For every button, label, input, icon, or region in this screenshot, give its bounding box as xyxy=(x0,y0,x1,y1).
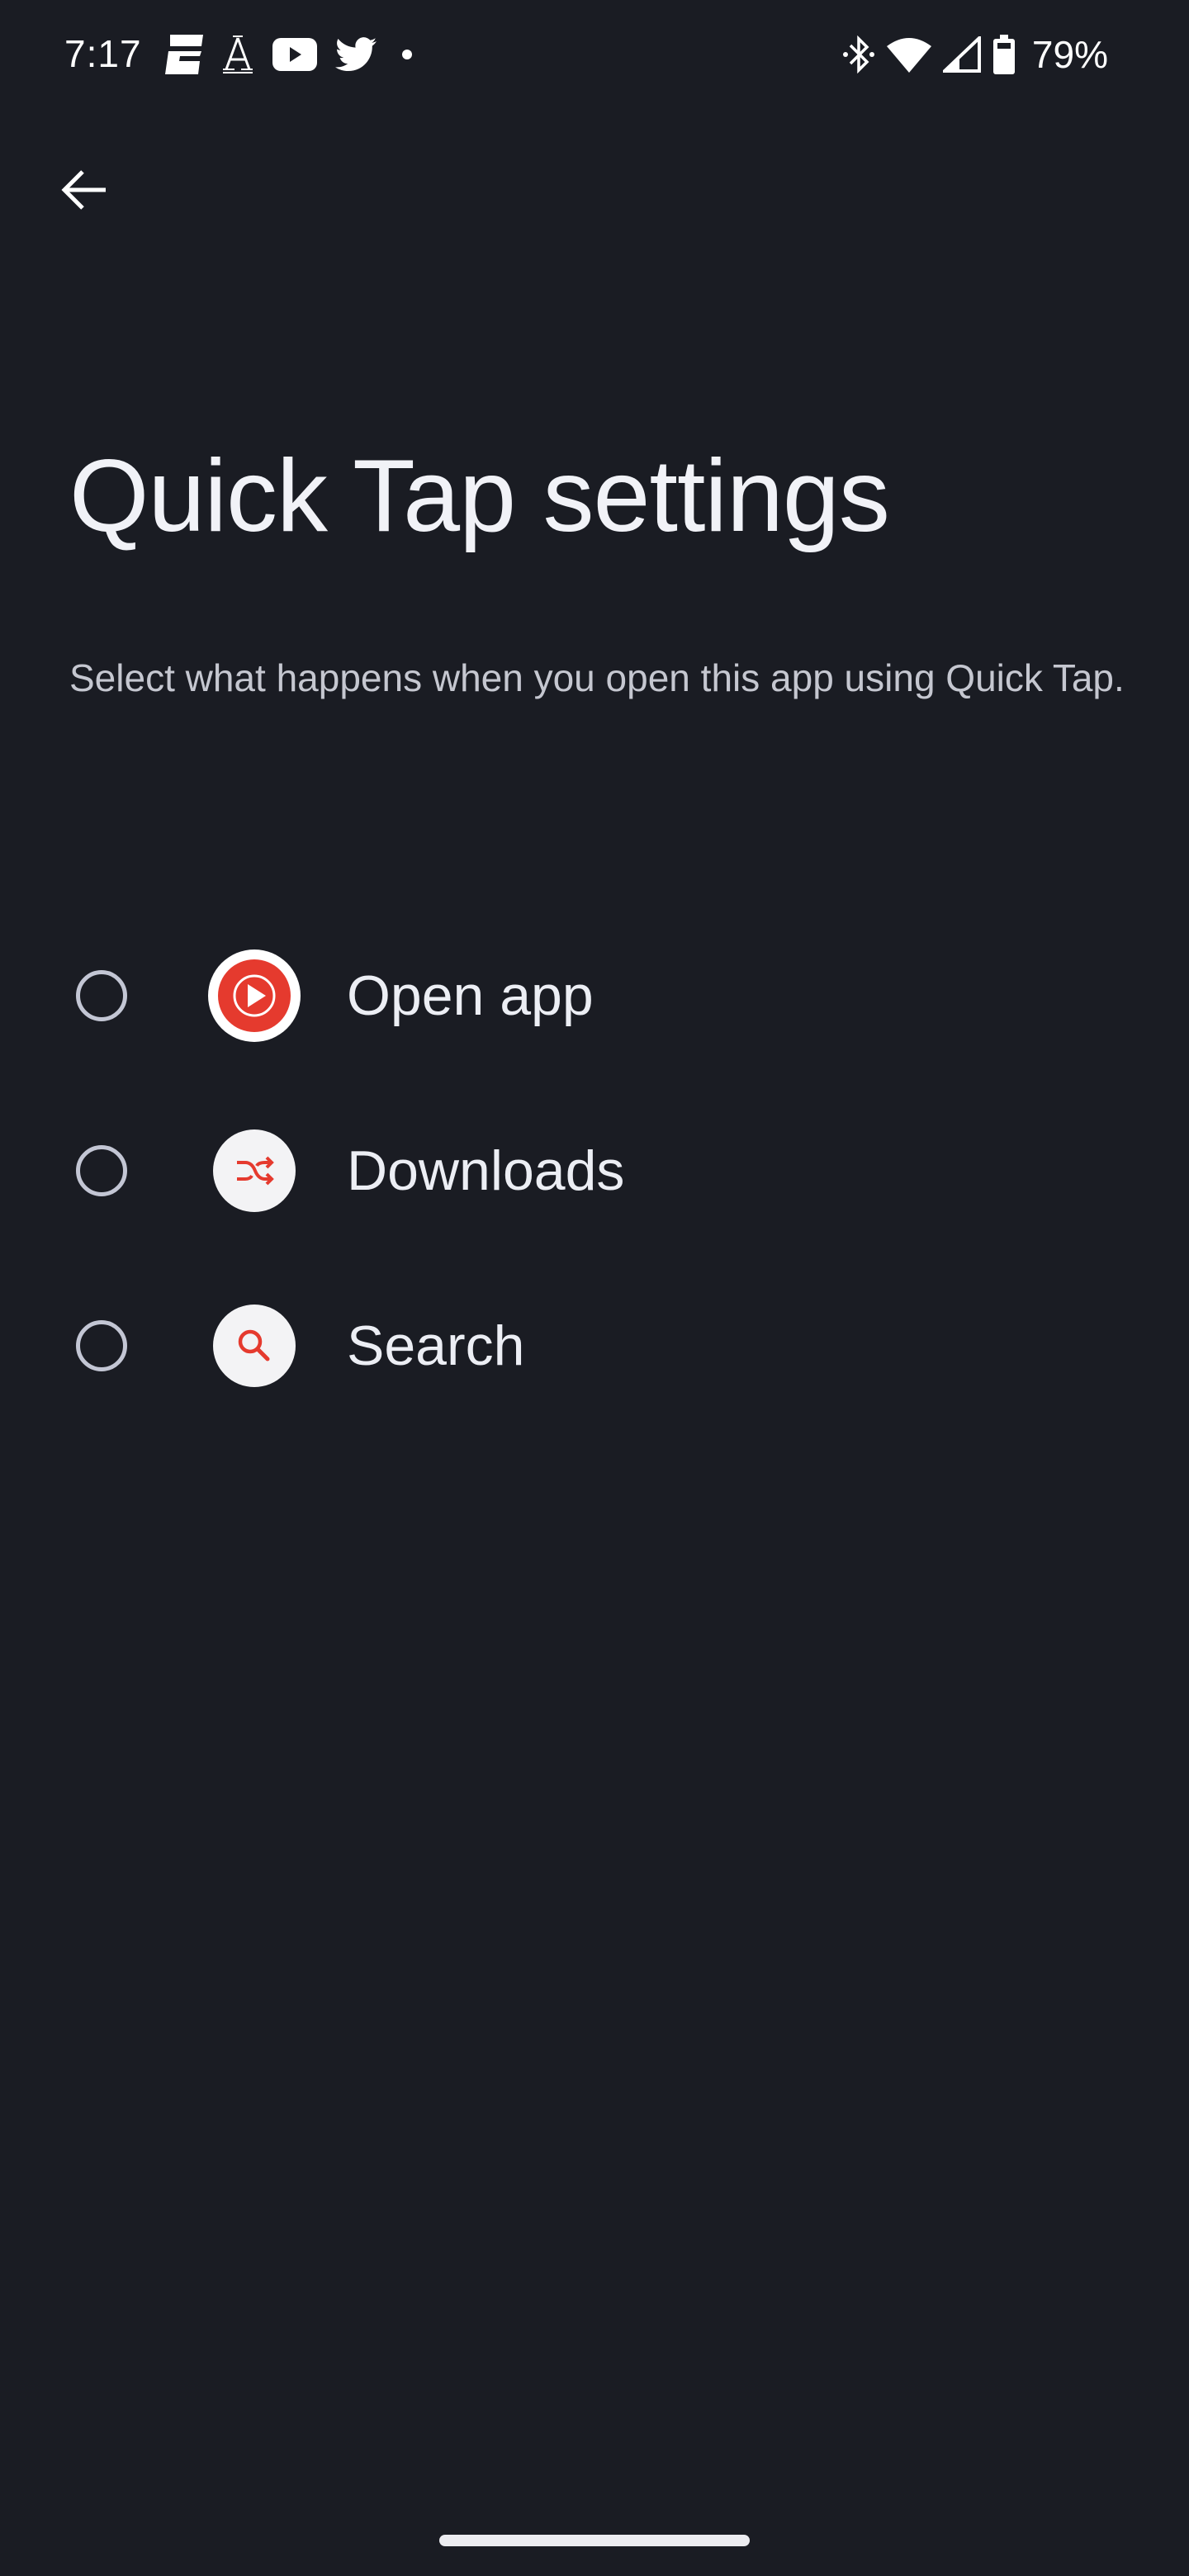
wifi-icon xyxy=(886,38,931,73)
system-icons: 79% xyxy=(842,31,1108,78)
radio-button[interactable] xyxy=(76,1145,127,1196)
clock: 7:17 xyxy=(64,32,142,75)
news-a-icon xyxy=(223,36,253,73)
espn-icon xyxy=(165,35,203,74)
option-open-app[interactable]: Open app xyxy=(0,908,1189,1083)
option-downloads[interactable]: Downloads xyxy=(0,1083,1189,1258)
battery-percent: 79% xyxy=(1031,33,1108,76)
youtube-icon xyxy=(272,38,317,71)
cell-signal-icon xyxy=(942,36,981,73)
option-label: Downloads xyxy=(347,1139,625,1202)
bluetooth-icon xyxy=(842,36,874,73)
twitter-icon xyxy=(335,37,377,71)
radio-button[interactable] xyxy=(76,1320,127,1371)
page-title: Quick Tap settings xyxy=(69,439,890,553)
option-label: Open app xyxy=(347,964,594,1027)
shuffle-icon xyxy=(213,1129,296,1212)
status-bar: 7:17 79% xyxy=(0,0,1189,107)
search-icon xyxy=(213,1305,296,1387)
battery-icon xyxy=(992,35,1015,74)
home-indicator[interactable] xyxy=(439,2535,750,2546)
option-label: Search xyxy=(347,1314,525,1377)
back-button[interactable] xyxy=(48,155,117,225)
radio-button[interactable] xyxy=(76,970,127,1021)
page-description: Select what happens when you open this a… xyxy=(69,656,1125,699)
notification-icons xyxy=(165,31,419,78)
option-search[interactable]: Search xyxy=(0,1258,1189,1433)
arrow-back-icon xyxy=(61,170,106,210)
more-dot-icon xyxy=(402,50,412,59)
youtube-music-icon xyxy=(208,949,301,1042)
